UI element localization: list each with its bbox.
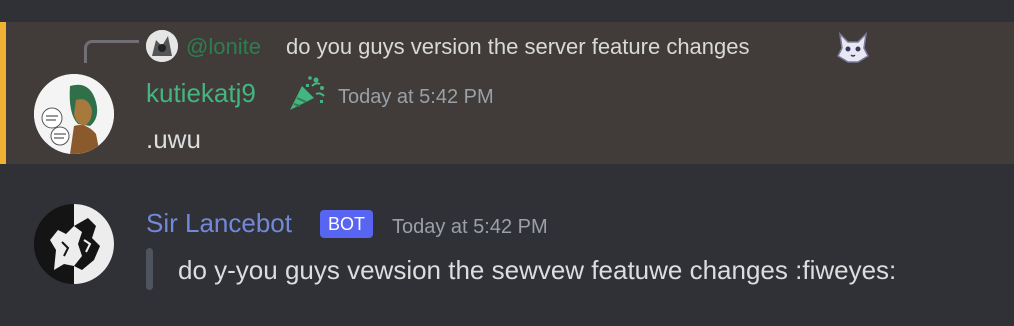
- timestamp[interactable]: Today at 5:42 PM: [338, 86, 494, 109]
- bot-tag: BOT: [320, 210, 374, 238]
- timestamp[interactable]: Today at 5:42 PM: [392, 216, 548, 239]
- reply-author[interactable]: @lonite: [186, 34, 261, 60]
- reply-connector: [84, 40, 139, 63]
- message-content: do y-you guys vewsion the sewvew featuwe…: [178, 255, 897, 285]
- avatar[interactable]: [34, 204, 114, 284]
- message-content: .uwu: [146, 124, 201, 154]
- top-divider: [0, 0, 1014, 22]
- message-highlighted[interactable]: @lonite do you guys version the server f…: [0, 22, 1014, 164]
- author-name[interactable]: kutiekatj9: [146, 78, 256, 109]
- quote-bar: [146, 248, 153, 290]
- author-name[interactable]: Sir Lancebot: [146, 208, 292, 239]
- reply-preview-text[interactable]: do you guys version the server feature c…: [286, 34, 750, 60]
- mention-accent-bar: [0, 22, 6, 164]
- fox-emoji-icon: [834, 28, 872, 66]
- reply-avatar[interactable]: [146, 30, 178, 62]
- party-popper-icon: [286, 72, 328, 114]
- avatar[interactable]: [34, 74, 114, 154]
